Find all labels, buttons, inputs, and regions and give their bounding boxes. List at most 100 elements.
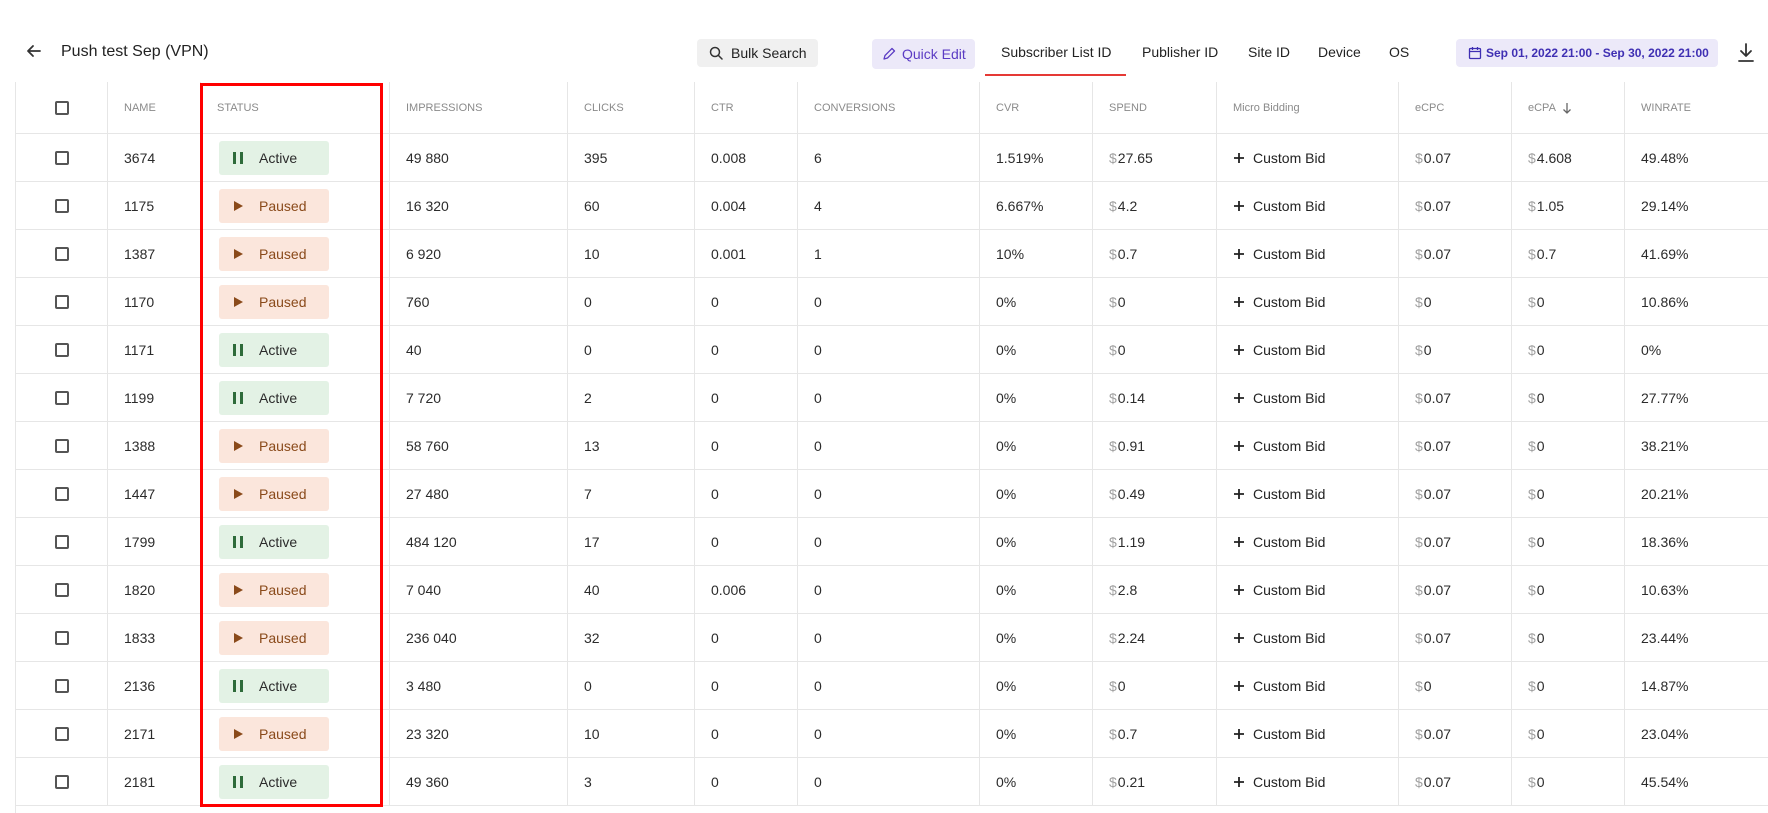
column-header-cvr[interactable]: CVR — [980, 82, 1093, 133]
status-toggle[interactable]: Paused — [219, 188, 329, 223]
status-toggle[interactable]: Active — [219, 380, 329, 415]
status-toggle[interactable]: Active — [219, 332, 329, 367]
row-checkbox[interactable] — [54, 534, 69, 549]
tab-site-id[interactable]: Site ID — [1248, 44, 1290, 60]
cell-spend: $2.24 — [1093, 614, 1217, 661]
column-header-ecpc[interactable]: eCPC — [1399, 82, 1512, 133]
status-toggle[interactable]: Paused — [219, 572, 329, 607]
custom-bid-button[interactable]: Custom Bid — [1233, 486, 1325, 502]
row-checkbox[interactable] — [54, 246, 69, 261]
custom-bid-button[interactable]: Custom Bid — [1233, 534, 1325, 550]
row-checkbox[interactable] — [54, 150, 69, 165]
status-toggle[interactable]: Active — [219, 524, 329, 559]
custom-bid-button[interactable]: Custom Bid — [1233, 774, 1325, 790]
play-icon — [234, 632, 243, 643]
download-icon[interactable] — [1736, 42, 1756, 64]
cell-conversions: 6 — [798, 134, 980, 181]
row-checkbox[interactable] — [54, 390, 69, 405]
custom-bid-label: Custom Bid — [1253, 293, 1326, 310]
row-checkbox[interactable] — [54, 726, 69, 741]
row-checkbox[interactable] — [54, 678, 69, 693]
cell-conversions: 0 — [798, 278, 980, 325]
cell-ctr: 0 — [695, 470, 798, 517]
cell-impressions: 27 480 — [390, 470, 568, 517]
custom-bid-button[interactable]: Custom Bid — [1233, 198, 1325, 214]
cell-ecpc: $0.07 — [1399, 374, 1512, 421]
spend-value: 0 — [1117, 293, 1126, 310]
row-checkbox[interactable] — [54, 438, 69, 453]
row-checkbox[interactable] — [54, 294, 69, 309]
sort-descending-icon[interactable] — [1562, 102, 1572, 114]
status-toggle[interactable]: Paused — [219, 716, 329, 751]
column-header-spend[interactable]: SPEND — [1093, 82, 1217, 133]
column-header-conversions[interactable]: CONVERSIONS — [798, 82, 980, 133]
custom-bid-label: Custom Bid — [1253, 341, 1326, 358]
status-label: Active — [259, 773, 298, 790]
cell-ctr: 0 — [695, 518, 798, 565]
cell-ecpa: $0 — [1512, 758, 1625, 805]
tab-os[interactable]: OS — [1389, 44, 1409, 60]
cell-clicks: 17 — [568, 518, 695, 565]
cell-ecpc: $0 — [1399, 278, 1512, 325]
custom-bid-button[interactable]: Custom Bid — [1233, 246, 1325, 262]
status-label: Active — [259, 533, 298, 550]
row-checkbox[interactable] — [54, 582, 69, 597]
cell-spend: $0 — [1093, 326, 1217, 373]
tab-publisher-id[interactable]: Publisher ID — [1142, 44, 1218, 60]
cell-spend: $0.14 — [1093, 374, 1217, 421]
custom-bid-button[interactable]: Custom Bid — [1233, 294, 1325, 310]
status-toggle[interactable]: Paused — [219, 236, 329, 271]
currency-symbol: $ — [1528, 773, 1536, 790]
status-toggle[interactable]: Paused — [219, 620, 329, 655]
status-toggle[interactable]: Active — [219, 140, 329, 175]
status-toggle[interactable]: Active — [219, 764, 329, 799]
row-checkbox[interactable] — [54, 198, 69, 213]
cell-cvr: 0% — [980, 662, 1093, 709]
column-header-status[interactable]: STATUS — [201, 82, 390, 133]
row-checkbox[interactable] — [54, 486, 69, 501]
tab-device[interactable]: Device — [1318, 44, 1361, 60]
plus-icon — [1234, 344, 1244, 355]
quick-edit-button[interactable]: Quick Edit — [872, 39, 975, 69]
custom-bid-button[interactable]: Custom Bid — [1233, 726, 1325, 742]
plus-icon — [1234, 392, 1244, 403]
row-checkbox[interactable] — [54, 630, 69, 645]
cell-impressions: 49 360 — [390, 758, 568, 805]
status-toggle[interactable]: Paused — [219, 476, 329, 511]
date-range-picker[interactable]: Sep 01, 2022 21:00 - Sep 30, 2022 21:00 — [1456, 39, 1718, 67]
cell-clicks: 60 — [568, 182, 695, 229]
ecpc-value: 0.07 — [1423, 389, 1452, 406]
cell-spend: $0 — [1093, 278, 1217, 325]
row-checkbox[interactable] — [54, 342, 69, 357]
select-all-checkbox[interactable] — [54, 100, 69, 115]
cell-cvr: 0% — [980, 614, 1093, 661]
column-header-micro-bidding[interactable]: Micro Bidding — [1217, 82, 1399, 133]
play-icon — [234, 440, 243, 451]
cell-ecpa: $0 — [1512, 422, 1625, 469]
status-toggle[interactable]: Active — [219, 668, 329, 703]
column-header-name[interactable]: NAME — [108, 82, 201, 133]
row-checkbox[interactable] — [54, 774, 69, 789]
column-header-ecpa[interactable]: eCPA — [1512, 82, 1625, 133]
column-header-impressions[interactable]: IMPRESSIONS — [390, 82, 568, 133]
custom-bid-button[interactable]: Custom Bid — [1233, 582, 1325, 598]
status-toggle[interactable]: Paused — [219, 428, 329, 463]
custom-bid-button[interactable]: Custom Bid — [1233, 150, 1325, 166]
cell-ecpc: $0.07 — [1399, 422, 1512, 469]
status-toggle[interactable]: Paused — [219, 284, 329, 319]
custom-bid-button[interactable]: Custom Bid — [1233, 438, 1325, 454]
cell-ecpc: $0 — [1399, 662, 1512, 709]
currency-symbol: $ — [1109, 677, 1117, 694]
column-header-ctr[interactable]: CTR — [695, 82, 798, 133]
column-header-clicks[interactable]: CLICKS — [568, 82, 695, 133]
custom-bid-button[interactable]: Custom Bid — [1233, 678, 1325, 694]
custom-bid-button[interactable]: Custom Bid — [1233, 342, 1325, 358]
column-header-winrate[interactable]: WINRATE — [1625, 82, 1768, 133]
custom-bid-button[interactable]: Custom Bid — [1233, 390, 1325, 406]
tab-subscriber-list-id[interactable]: Subscriber List ID — [1001, 44, 1111, 60]
status-label: Active — [259, 677, 298, 694]
custom-bid-button[interactable]: Custom Bid — [1233, 630, 1325, 646]
active-tab-indicator — [985, 74, 1126, 76]
bulk-search-button[interactable]: Bulk Search — [697, 39, 818, 67]
back-arrow-icon[interactable] — [24, 41, 44, 61]
